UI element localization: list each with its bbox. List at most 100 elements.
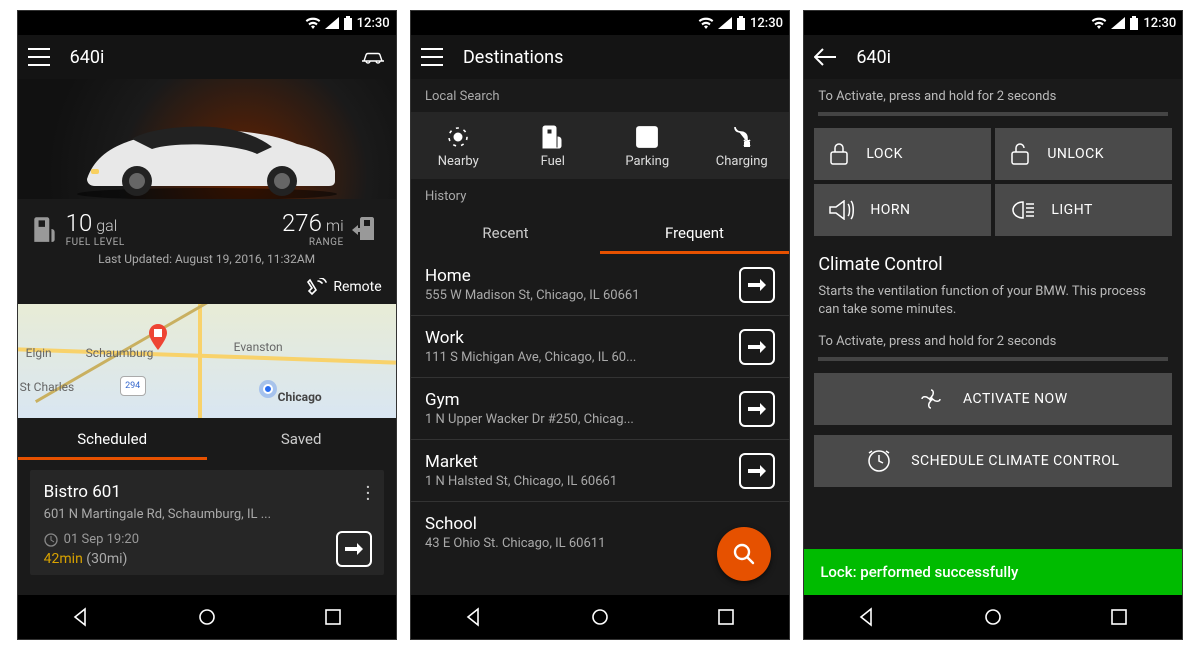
remote-key-icon	[307, 278, 327, 296]
send-to-car-button[interactable]	[336, 531, 372, 567]
gauge-bar: 10 gal FUEL LEVEL 276 mi RANGE	[18, 199, 396, 252]
home-button[interactable]	[189, 599, 225, 635]
send-to-car-button[interactable]	[739, 453, 775, 489]
climate-title: Climate Control	[804, 236, 1182, 283]
back-button[interactable]	[849, 599, 885, 635]
trip-depart: 01 Sep 19:20	[44, 532, 370, 547]
charging-button[interactable]: Charging	[694, 120, 789, 169]
fuel-icon	[542, 124, 564, 150]
android-navbar	[804, 595, 1182, 639]
list-item[interactable]: Gym1 N Upper Wacker Dr #250, Chicag...	[411, 378, 789, 440]
wifi-icon	[305, 17, 321, 29]
hamburger-icon[interactable]	[28, 48, 50, 66]
quick-search-row: Nearby Fuel Parking Charging	[411, 112, 789, 179]
clock: 12:30	[357, 16, 390, 31]
wifi-icon	[698, 17, 714, 29]
list-item[interactable]: Home555 W Madison St, Chicago, IL 60661	[411, 254, 789, 316]
car-icon[interactable]	[360, 49, 386, 65]
trip-address: 601 N Martingale Rd, Schaumburg, IL ...	[44, 507, 370, 522]
depart-time-icon	[44, 533, 58, 547]
fuel-gauge: 10 gal FUEL LEVEL	[32, 209, 125, 248]
headlight-icon	[1009, 200, 1035, 220]
arrow-right-icon	[748, 340, 766, 354]
climate-description: Starts the ventilation function of your …	[804, 283, 1182, 324]
send-to-car-button[interactable]	[739, 329, 775, 365]
lock-button[interactable]: LOCK	[814, 128, 991, 180]
destinations-list: Home555 W Madison St, Chicago, IL 60661 …	[411, 254, 789, 563]
screen-destinations: 12:30 Destinations Local Search Nearby F…	[410, 10, 790, 640]
tab-scheduled[interactable]: Scheduled	[18, 418, 207, 460]
lock-icon	[828, 142, 850, 166]
unlock-icon	[1009, 142, 1031, 166]
search-icon	[732, 542, 756, 566]
trip-tabs: Scheduled Saved	[18, 418, 396, 460]
send-to-car-button[interactable]	[739, 391, 775, 427]
parking-icon	[635, 125, 659, 149]
car-illustration	[57, 99, 357, 199]
wifi-icon	[1091, 17, 1107, 29]
map-pin-icon	[148, 324, 168, 354]
schedule-climate-button[interactable]: SCHEDULE CLIMATE CONTROL	[814, 435, 1172, 487]
recents-button[interactable]	[1101, 599, 1137, 635]
titlebar: 640i	[18, 35, 396, 79]
nearby-icon	[446, 125, 470, 149]
cell-signal-icon	[325, 17, 339, 29]
search-fab[interactable]	[717, 527, 771, 581]
horn-button[interactable]: HORN	[814, 184, 991, 236]
recents-button[interactable]	[315, 599, 351, 635]
clock: 12:30	[750, 16, 783, 31]
back-button[interactable]	[63, 599, 99, 635]
recents-button[interactable]	[708, 599, 744, 635]
statusbar: 12:30	[18, 11, 396, 35]
trip-title: Bistro 601	[44, 482, 370, 502]
gas-station-arrow-icon	[352, 214, 382, 244]
tab-saved[interactable]: Saved	[207, 418, 396, 460]
hamburger-icon[interactable]	[421, 48, 443, 66]
page-title: Destinations	[463, 47, 563, 68]
success-toast: Lock: performed successfully	[804, 549, 1182, 595]
nearby-button[interactable]: Nearby	[411, 120, 506, 169]
more-icon[interactable]: ···	[365, 484, 371, 502]
battery-icon	[736, 16, 746, 30]
unlock-button[interactable]: UNLOCK	[995, 128, 1172, 180]
list-item[interactable]: Market1 N Halsted St, Chicago, IL 60661	[411, 440, 789, 502]
horn-icon	[828, 200, 854, 220]
home-button[interactable]	[582, 599, 618, 635]
list-item[interactable]: Work111 S Michigan Ave, Chicago, IL 60..…	[411, 316, 789, 378]
arrow-right-icon	[748, 278, 766, 292]
tab-recent[interactable]: Recent	[411, 212, 600, 254]
back-arrow-icon[interactable]	[814, 48, 836, 66]
fuel-button[interactable]: Fuel	[505, 120, 600, 169]
android-navbar	[411, 595, 789, 639]
remote-link[interactable]: Remote	[18, 272, 396, 304]
activate-hint: To Activate, press and hold for 2 second…	[804, 79, 1182, 112]
cell-signal-icon	[1111, 17, 1125, 29]
last-updated: Last Updated: August 19, 2016, 11:32AM	[18, 252, 396, 272]
battery-icon	[343, 16, 353, 30]
fan-icon	[919, 387, 943, 411]
page-title: 640i	[70, 47, 105, 68]
titlebar: 640i	[804, 35, 1182, 79]
progress-bar	[818, 357, 1168, 361]
light-button[interactable]: LIGHT	[995, 184, 1172, 236]
cell-signal-icon	[718, 17, 732, 29]
home-button[interactable]	[975, 599, 1011, 635]
map[interactable]: Elgin Schaumburg Evanston St Charles Chi…	[18, 304, 396, 418]
back-button[interactable]	[456, 599, 492, 635]
send-to-car-button[interactable]	[739, 267, 775, 303]
location-dot	[263, 384, 273, 394]
parking-button[interactable]: Parking	[600, 120, 695, 169]
range-gauge: 276 mi RANGE	[282, 209, 382, 248]
battery-icon	[1129, 16, 1139, 30]
clock: 12:30	[1143, 16, 1176, 31]
fuel-pump-icon	[32, 214, 58, 244]
progress-bar	[818, 112, 1168, 116]
section-local-search: Local Search	[411, 79, 789, 112]
tab-frequent[interactable]: Frequent	[600, 212, 789, 254]
screen-overview: 12:30 640i 10 gal FUEL LEVEL	[17, 10, 397, 640]
arrow-right-icon	[748, 402, 766, 416]
charging-icon	[731, 124, 753, 150]
activate-hint: To Activate, press and hold for 2 second…	[804, 324, 1182, 357]
trip-card[interactable]: Bistro 601 ··· 601 N Martingale Rd, Scha…	[30, 470, 384, 575]
activate-now-button[interactable]: ACTIVATE NOW	[814, 373, 1172, 425]
